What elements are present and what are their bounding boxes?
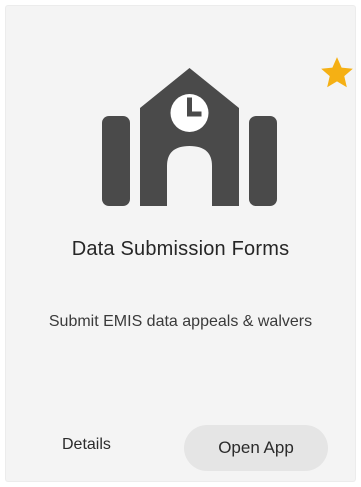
open-app-button[interactable]: Open App [184,425,328,471]
card-title: Data Submission Forms [71,238,290,260]
app-card[interactable]: Data Submission Forms Submit EMIS data a… [6,6,355,481]
school-building-clock-icon [102,68,277,206]
card-description: Submit EMIS data appeals & walvers [48,313,313,330]
details-link[interactable]: Details [62,436,111,454]
favorite-star-icon[interactable] [318,54,356,92]
